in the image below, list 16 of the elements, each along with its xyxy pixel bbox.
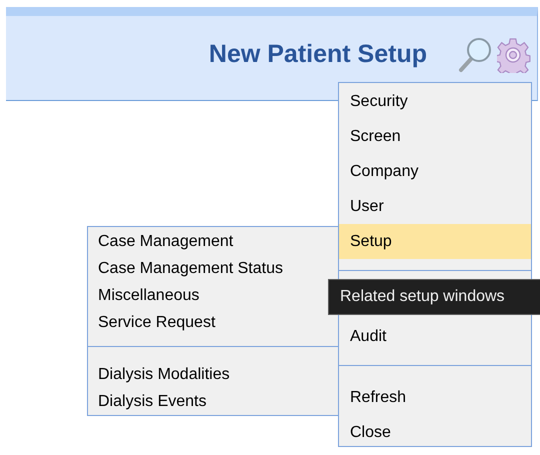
menu-item[interactable]: Security — [339, 84, 531, 119]
gear-icon[interactable] — [497, 37, 531, 73]
menu-item[interactable]: Refresh — [339, 380, 531, 415]
menu-item[interactable]: Audit — [339, 319, 531, 354]
menu-item[interactable]: Screen — [339, 119, 531, 154]
submenu-item[interactable]: Dialysis Modalities — [88, 361, 338, 388]
menu-item[interactable]: Setup — [339, 224, 531, 259]
menu-item[interactable]: Company — [339, 154, 531, 189]
submenu-item[interactable]: Dialysis Events — [88, 388, 338, 415]
menu-item[interactable]: User — [339, 189, 531, 224]
submenu-item[interactable]: Case Management Status — [88, 255, 338, 282]
search-icon[interactable] — [457, 36, 493, 74]
menu-item[interactable]: Close — [339, 415, 531, 450]
submenu-item[interactable]: Case Management — [88, 228, 338, 255]
page-title: New Patient Setup — [208, 39, 427, 70]
tooltip: Related setup windows — [328, 279, 540, 315]
